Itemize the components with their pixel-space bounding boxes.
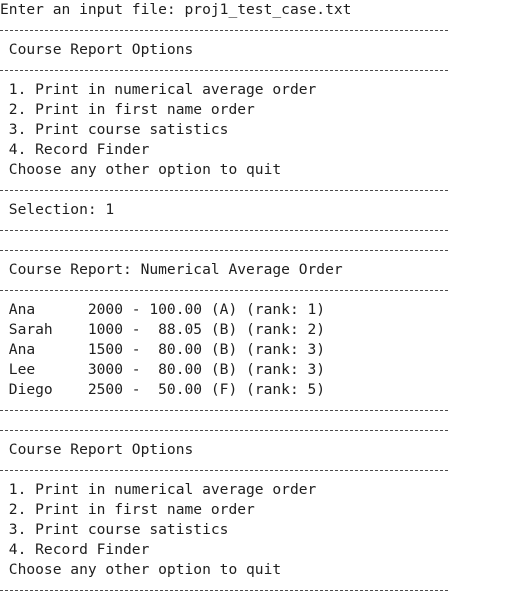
console-line: 3. Print course satistics <box>0 521 229 538</box>
console-line: 1. Print in numerical average order <box>0 81 317 98</box>
separator-line <box>0 230 448 231</box>
console-line: Selection: 1 <box>0 201 115 218</box>
separator-line <box>0 250 448 251</box>
console-line: Lee 3000 - 80.00 (B) (rank: 3) <box>0 361 326 378</box>
console-line: Choose any other option to quit <box>0 161 282 178</box>
console-line: 4. Record Finder <box>0 541 150 558</box>
separator-line <box>0 290 448 291</box>
separator-line <box>0 190 448 191</box>
separator-line <box>0 70 448 71</box>
separator-line <box>0 470 448 471</box>
separator-line <box>0 590 448 591</box>
separator-line <box>0 430 448 431</box>
separator-line <box>0 30 448 31</box>
console-line: Ana 1500 - 80.00 (B) (rank: 3) <box>0 341 326 358</box>
console-line: 2. Print in first name order <box>0 501 255 518</box>
console-line: 4. Record Finder <box>0 141 150 158</box>
console-line: Ana 2000 - 100.00 (A) (rank: 1) <box>0 301 326 318</box>
separator-line <box>0 410 448 411</box>
console-output: Enter an input file: proj1_test_case.txt… <box>0 0 521 597</box>
console-line: 3. Print course satistics <box>0 121 229 138</box>
console-line: Choose any other option to quit <box>0 561 282 578</box>
console-line: Enter an input file: proj1_test_case.txt <box>0 1 352 18</box>
console-line: Diego 2500 - 50.00 (F) (rank: 5) <box>0 381 326 398</box>
console-line: Sarah 1000 - 88.05 (B) (rank: 2) <box>0 321 326 338</box>
console-line: 2. Print in first name order <box>0 101 255 118</box>
console-line: Course Report Options <box>0 441 194 458</box>
console-line: Course Report Options <box>0 41 194 58</box>
console-line: 1. Print in numerical average order <box>0 481 317 498</box>
console-line: Course Report: Numerical Average Order <box>0 261 343 278</box>
